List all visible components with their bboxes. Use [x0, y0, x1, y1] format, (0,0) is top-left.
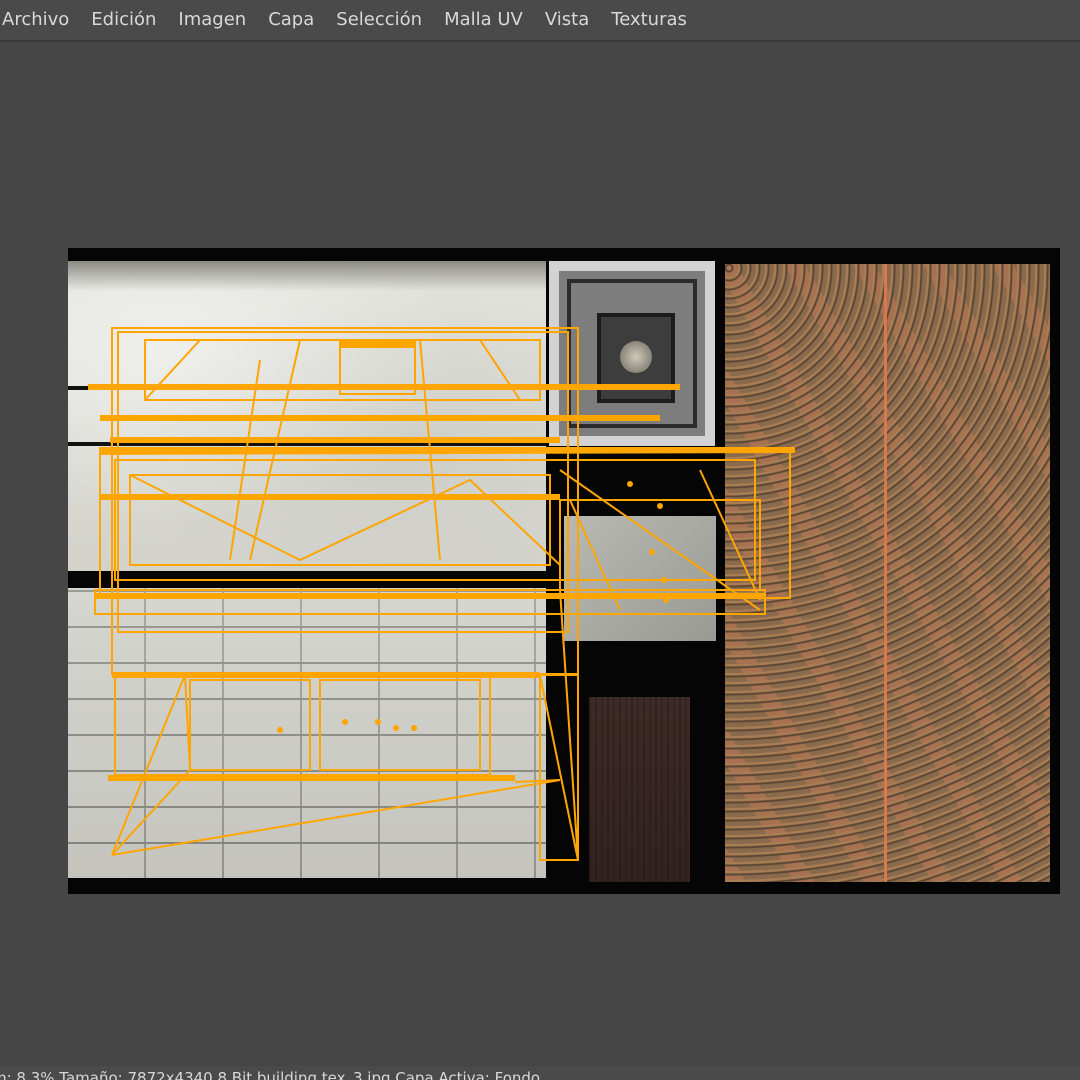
roof-tile-texture [725, 264, 1050, 882]
texture-canvas[interactable] [68, 248, 1060, 894]
menu-edicion[interactable]: Edición [80, 0, 167, 40]
status-text: m: 8.3% Tamaño: 7872x4340 8 Bit building… [0, 1069, 541, 1080]
menu-capa[interactable]: Capa [257, 0, 325, 40]
wood-texture [589, 697, 690, 882]
concrete-texture [564, 516, 716, 641]
menu-seleccion[interactable]: Selección [325, 0, 433, 40]
plaster-divider [68, 386, 546, 390]
plaster-texture [68, 261, 546, 571]
greek-key-ornament-texture [549, 261, 715, 446]
plaster-divider [68, 442, 546, 446]
status-bar: m: 8.3% Tamaño: 7872x4340 8 Bit building… [0, 1066, 1080, 1080]
menu-texturas[interactable]: Texturas [600, 0, 698, 40]
roof-tile-seam [884, 264, 887, 882]
brick-shade [68, 588, 546, 878]
menu-vista[interactable]: Vista [534, 0, 600, 40]
menu-archivo[interactable]: Archivo [0, 0, 80, 40]
ornament-center [597, 313, 675, 403]
plaster-stain [68, 261, 546, 291]
menu-bar: Archivo Edición Imagen Capa Selección Ma… [0, 0, 1080, 42]
menu-imagen[interactable]: Imagen [167, 0, 257, 40]
rosette-icon [620, 341, 652, 373]
menu-malla-uv[interactable]: Malla UV [433, 0, 534, 40]
